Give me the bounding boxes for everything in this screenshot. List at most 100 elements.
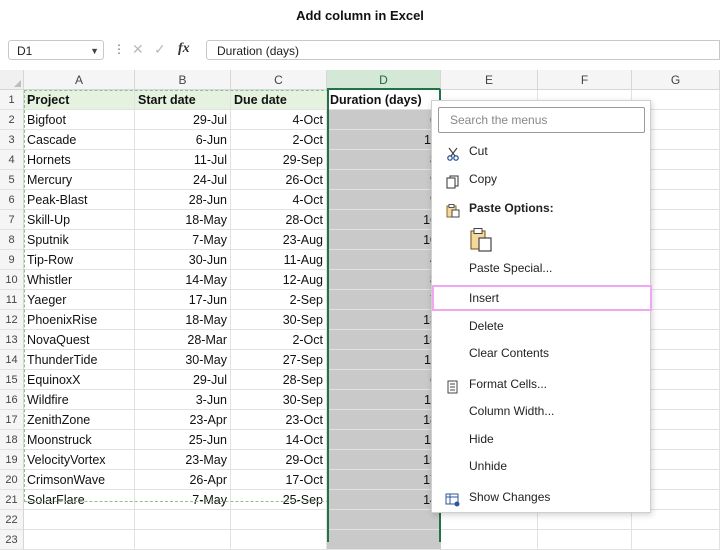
table-cell[interactable]	[538, 510, 632, 530]
table-cell[interactable]: Bigfoot	[24, 110, 135, 130]
row-header[interactable]: 23	[0, 530, 24, 550]
row-header[interactable]: 17	[0, 410, 24, 430]
table-cell[interactable]: 26-Oct	[231, 170, 327, 190]
table-cell[interactable]: 4-Oct	[231, 110, 327, 130]
menu-item-copy[interactable]: Copy	[434, 166, 648, 192]
table-cell[interactable]: 12-Aug	[231, 270, 327, 290]
table-cell[interactable]: 3-Jun	[135, 390, 231, 410]
row-header[interactable]: 11	[0, 290, 24, 310]
row-header[interactable]: 5	[0, 170, 24, 190]
row-header[interactable]: 13	[0, 330, 24, 350]
table-cell[interactable]: 11	[327, 430, 441, 450]
table-cell[interactable]: Tip-Row	[24, 250, 135, 270]
row-header[interactable]: 6	[0, 190, 24, 210]
paste-icon[interactable]	[468, 227, 494, 253]
menu-item-unhide[interactable]: Unhide	[434, 453, 648, 479]
more-icon[interactable]: ⋮	[113, 42, 125, 56]
table-cell[interactable]: 28-Sep	[231, 370, 327, 390]
table-cell[interactable]: 17	[327, 470, 441, 490]
column-header-g[interactable]: G	[632, 70, 720, 90]
table-cell[interactable]: Hornets	[24, 150, 135, 170]
header-cell[interactable]: Duration (days)	[327, 90, 441, 110]
cancel-icon[interactable]: ✕	[132, 41, 144, 58]
table-cell[interactable]	[632, 510, 720, 530]
table-cell[interactable]: Moonstruck	[24, 430, 135, 450]
table-cell[interactable]: PhoenixRise	[24, 310, 135, 330]
table-cell[interactable]: EquinoxX	[24, 370, 135, 390]
menu-item-cut[interactable]: Cut	[434, 138, 648, 164]
table-cell[interactable]: 17-Jun	[135, 290, 231, 310]
table-cell[interactable]: 26-Apr	[135, 470, 231, 490]
column-header-b[interactable]: B	[135, 70, 231, 90]
menu-item-paste-options[interactable]: Paste Options:	[434, 195, 648, 221]
table-cell[interactable]: 7	[327, 290, 441, 310]
row-header[interactable]: 9	[0, 250, 24, 270]
table-cell[interactable]	[327, 510, 441, 530]
table-cell[interactable]: 18-May	[135, 210, 231, 230]
row-header[interactable]: 21	[0, 490, 24, 510]
table-cell[interactable]: 18	[327, 330, 441, 350]
table-cell[interactable]: 6-Jun	[135, 130, 231, 150]
table-cell[interactable]	[231, 530, 327, 550]
table-cell[interactable]: 28-Jun	[135, 190, 231, 210]
column-header-c[interactable]: C	[231, 70, 327, 90]
table-cell[interactable]: 24-Jul	[135, 170, 231, 190]
row-header[interactable]: 19	[0, 450, 24, 470]
table-cell[interactable]: Mercury	[24, 170, 135, 190]
table-cell[interactable]: 2-Oct	[231, 130, 327, 150]
table-cell[interactable]: 23-Apr	[135, 410, 231, 430]
table-cell[interactable]	[441, 510, 538, 530]
table-cell[interactable]: 27-Sep	[231, 350, 327, 370]
table-cell[interactable]	[135, 510, 231, 530]
table-cell[interactable]: 23-May	[135, 450, 231, 470]
table-cell[interactable]	[24, 530, 135, 550]
table-cell[interactable]: 30-Sep	[231, 310, 327, 330]
table-cell[interactable]: 7-May	[135, 230, 231, 250]
table-cell[interactable]: 11-Jul	[135, 150, 231, 170]
table-cell[interactable]: ZenithZone	[24, 410, 135, 430]
table-cell[interactable]: 23-Aug	[231, 230, 327, 250]
table-cell[interactable]	[327, 530, 441, 550]
table-cell[interactable]: 4-Oct	[231, 190, 327, 210]
table-cell[interactable]: 6	[327, 110, 441, 130]
table-cell[interactable]	[231, 510, 327, 530]
table-cell[interactable]: 18-May	[135, 310, 231, 330]
row-header[interactable]: 14	[0, 350, 24, 370]
row-header[interactable]: 7	[0, 210, 24, 230]
table-cell[interactable]: Peak-Blast	[24, 190, 135, 210]
column-header-d[interactable]: D	[327, 70, 441, 90]
table-cell[interactable]: 14-Oct	[231, 430, 327, 450]
menu-item-format-cells[interactable]: Format Cells...	[434, 371, 648, 397]
row-header[interactable]: 3	[0, 130, 24, 150]
table-cell[interactable]: 11	[327, 350, 441, 370]
table-cell[interactable]: 29-Oct	[231, 450, 327, 470]
menu-item-delete[interactable]: Delete	[434, 313, 648, 339]
table-cell[interactable]: Skill-Up	[24, 210, 135, 230]
table-cell[interactable]: 13	[327, 310, 441, 330]
formula-input[interactable]: Duration (days)	[206, 40, 720, 60]
table-cell[interactable]: 14	[327, 490, 441, 510]
table-cell[interactable]: 17-Oct	[231, 470, 327, 490]
menu-item-hide[interactable]: Hide	[434, 426, 648, 452]
row-header[interactable]: 20	[0, 470, 24, 490]
table-cell[interactable]: VelocityVortex	[24, 450, 135, 470]
row-header[interactable]: 18	[0, 430, 24, 450]
select-all-button[interactable]	[0, 70, 24, 90]
table-cell[interactable]: Whistler	[24, 270, 135, 290]
table-cell[interactable]: 8	[327, 150, 441, 170]
table-cell[interactable]: 10	[327, 230, 441, 250]
table-cell[interactable]: 2-Oct	[231, 330, 327, 350]
row-header[interactable]: 4	[0, 150, 24, 170]
table-cell[interactable]: 18	[327, 410, 441, 430]
table-cell[interactable]: 9	[327, 190, 441, 210]
table-cell[interactable]: 29-Jul	[135, 370, 231, 390]
table-cell[interactable]: 28-Mar	[135, 330, 231, 350]
table-cell[interactable]: 30-May	[135, 350, 231, 370]
table-cell[interactable]: SolarFlare	[24, 490, 135, 510]
menu-item-insert[interactable]: Insert	[432, 285, 652, 311]
menu-search-input[interactable]: Search the menus	[438, 107, 645, 133]
insert-function-icon[interactable]: fx	[178, 41, 190, 57]
header-cell[interactable]: Due date	[231, 90, 327, 110]
table-cell[interactable]: 11-Aug	[231, 250, 327, 270]
table-cell[interactable]: 14-May	[135, 270, 231, 290]
